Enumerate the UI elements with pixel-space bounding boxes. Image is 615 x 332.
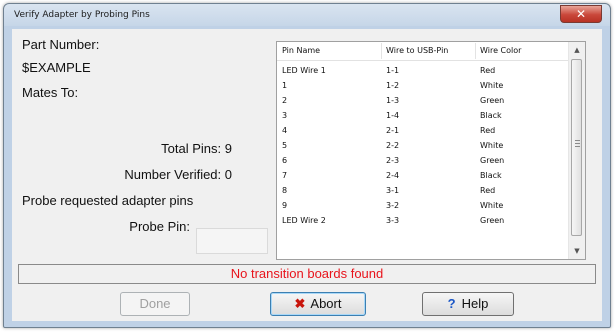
help-question-icon: ? <box>447 296 456 311</box>
abort-button[interactable]: ✖ Abort <box>270 292 366 316</box>
table-row[interactable]: 4 2-1 Red <box>277 124 569 139</box>
wire-to-usb-pin-cell: 1-2 <box>386 81 400 90</box>
table-row[interactable]: LED Wire 1 1-1 Red <box>277 64 569 79</box>
probe-pin-field[interactable] <box>196 228 268 254</box>
table-row[interactable]: 2 1-3 Green <box>277 94 569 109</box>
table-row[interactable]: 5 2-2 White <box>277 139 569 154</box>
column-divider <box>381 43 382 59</box>
window-title: Verify Adapter by Probing Pins <box>14 10 150 20</box>
close-icon: ✕ <box>575 7 587 21</box>
table-row[interactable]: LED Wire 2 3-3 Green <box>277 214 569 229</box>
number-verified-label: Number Verified: 0 <box>124 167 232 182</box>
vertical-scrollbar[interactable]: ▲ ▼ <box>568 42 585 259</box>
table-row[interactable]: 8 3-1 Red <box>277 184 569 199</box>
table-row[interactable]: 6 2-3 Green <box>277 154 569 169</box>
pin-name-cell: LED Wire 2 <box>282 216 326 225</box>
scroll-up-icon[interactable]: ▲ <box>569 42 585 58</box>
pin-name-cell: 7 <box>282 171 288 180</box>
pin-name-cell: LED Wire 1 <box>282 66 326 75</box>
title-bar: Verify Adapter by Probing Pins ✕ <box>4 4 610 28</box>
wire-to-usb-pin-cell: 3-2 <box>386 201 400 210</box>
table-body: LED Wire 1 1-1 Red 1 1-2 White 2 1-3 Green 3 1-4 Bl… <box>277 64 569 259</box>
wire-to-usb-pin-cell: 2-1 <box>386 126 400 135</box>
column-header-wire-to-usb-pin[interactable]: Wire to USB-Pin <box>386 46 448 55</box>
total-pins-label: Total Pins: 9 <box>161 141 232 156</box>
pin-name-cell: 1 <box>282 81 288 90</box>
table-header: Pin Name Wire to USB-Pin Wire Color <box>277 42 569 61</box>
dialog-body: Part Number: $EXAMPLE Mates To: Total Pi… <box>12 29 602 321</box>
wire-color-cell: Red <box>480 186 496 195</box>
grip-line <box>575 143 580 144</box>
abort-label: Abort <box>310 296 342 311</box>
wire-color-cell: Green <box>480 96 505 105</box>
pin-name-cell: 2 <box>282 96 288 105</box>
pin-name-cell: 6 <box>282 156 288 165</box>
pin-name-cell: 8 <box>282 186 288 195</box>
wire-color-cell: Black <box>480 171 502 180</box>
wire-color-cell: Red <box>480 126 496 135</box>
wire-color-cell: Green <box>480 156 505 165</box>
table-row[interactable]: 9 3-2 White <box>277 199 569 214</box>
probe-requested-label: Probe requested adapter pins <box>22 193 194 208</box>
probe-pin-label: Probe Pin: <box>129 219 190 234</box>
wire-color-cell: Black <box>480 111 502 120</box>
table-row[interactable]: 7 2-4 Black <box>277 169 569 184</box>
part-number-label: Part Number: <box>22 37 100 52</box>
wire-to-usb-pin-cell: 1-4 <box>386 111 400 120</box>
close-button[interactable]: ✕ <box>560 5 602 23</box>
column-header-pin-name[interactable]: Pin Name <box>282 46 320 55</box>
wire-color-cell: White <box>480 141 504 150</box>
grip-line <box>575 146 580 147</box>
column-divider <box>475 43 476 59</box>
done-label: Done <box>139 296 171 311</box>
column-header-wire-color[interactable]: Wire Color <box>480 46 521 55</box>
wire-color-cell: White <box>480 201 504 210</box>
pin-name-cell: 5 <box>282 141 288 150</box>
wire-to-usb-pin-cell: 2-2 <box>386 141 400 150</box>
wire-color-cell: Red <box>480 66 496 75</box>
help-label: Help <box>461 296 489 311</box>
pin-name-cell: 3 <box>282 111 288 120</box>
grip-line <box>575 140 580 141</box>
wire-to-usb-pin-cell: 2-4 <box>386 171 400 180</box>
done-button[interactable]: Done <box>120 292 190 316</box>
mates-to-label: Mates To: <box>22 85 79 100</box>
table-row[interactable]: 1 1-2 White <box>277 79 569 94</box>
abort-x-icon: ✖ <box>294 296 306 311</box>
wire-to-usb-pin-cell: 1-1 <box>386 66 400 75</box>
wire-to-usb-pin-cell: 3-1 <box>386 186 400 195</box>
status-message: No transition boards found <box>230 266 384 281</box>
help-button[interactable]: ? Help <box>422 292 514 316</box>
pin-name-cell: 4 <box>282 126 288 135</box>
wire-color-cell: White <box>480 81 504 90</box>
scroll-down-icon[interactable]: ▼ <box>569 243 585 259</box>
wire-color-cell: Green <box>480 216 505 225</box>
wire-to-usb-pin-cell: 3-3 <box>386 216 400 225</box>
scrollbar-thumb[interactable] <box>571 59 582 236</box>
wire-to-usb-pin-cell: 1-3 <box>386 96 400 105</box>
pin-name-cell: 9 <box>282 201 288 210</box>
part-number-value: $EXAMPLE <box>22 60 91 75</box>
dialog-window: Verify Adapter by Probing Pins ✕ Part Nu… <box>3 3 611 328</box>
status-bar: No transition boards found <box>18 264 596 284</box>
wire-to-usb-pin-cell: 2-3 <box>386 156 400 165</box>
pin-table[interactable]: Pin Name Wire to USB-Pin Wire Color LED … <box>276 41 586 260</box>
table-row[interactable]: 3 1-4 Black <box>277 109 569 124</box>
